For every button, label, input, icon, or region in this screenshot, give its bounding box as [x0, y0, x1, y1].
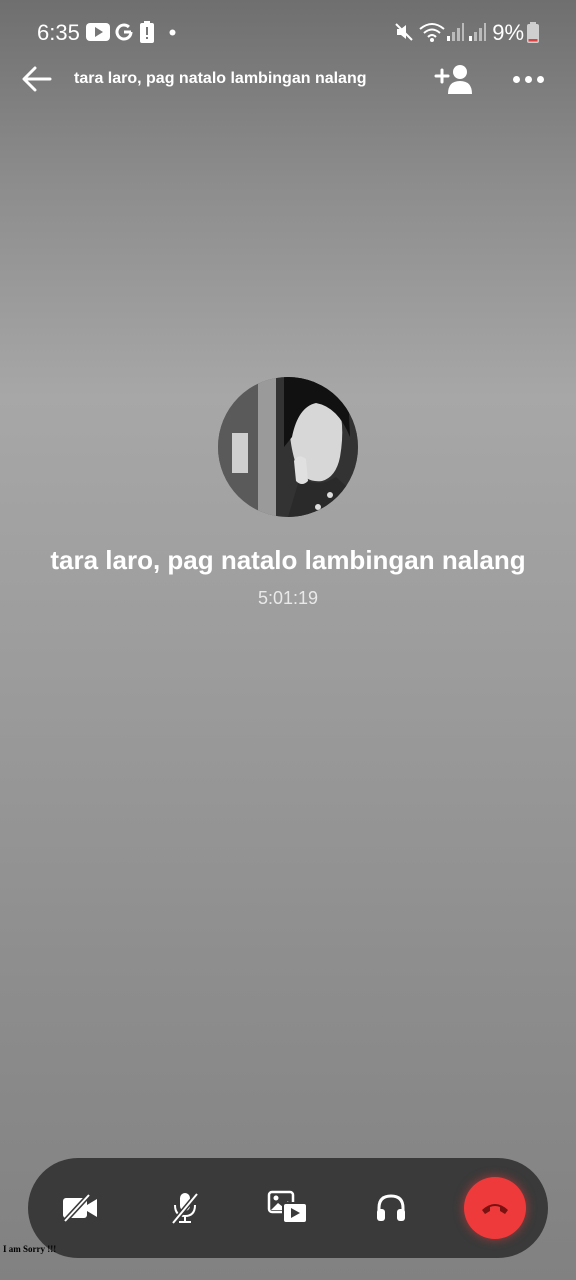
- share-media-button[interactable]: [260, 1180, 316, 1236]
- header-title: tara laro, pag natalo lambingan nalang: [74, 70, 367, 87]
- status-time: 6:35: [37, 20, 80, 45]
- youtube-icon: [86, 23, 110, 41]
- call-controls: [28, 1158, 548, 1258]
- mic-off-icon: [171, 1192, 199, 1225]
- audio-output-button[interactable]: [363, 1180, 419, 1236]
- call-timer: 5:01:19: [257, 588, 319, 608]
- dot-icon: [169, 29, 176, 36]
- call-header: tara laro, pag natalo lambingan nalang: [0, 56, 576, 102]
- share-screen-icon: [267, 1190, 308, 1224]
- end-call-icon: [482, 1204, 508, 1214]
- wifi-icon: [419, 23, 445, 42]
- more-options-button[interactable]: [508, 62, 548, 96]
- end-call-button[interactable]: [464, 1177, 526, 1239]
- mute-icon: [395, 23, 413, 41]
- signal-icon: [447, 23, 464, 41]
- headphones-icon: [377, 1194, 405, 1221]
- add-person-button[interactable]: [432, 60, 476, 98]
- signal-icon: [469, 23, 486, 41]
- add-person-icon: [434, 65, 472, 94]
- caller-name: tara laro, pag natalo lambingan nalang: [50, 545, 526, 575]
- toggle-mic-button[interactable]: [157, 1180, 213, 1236]
- google-icon: [115, 23, 133, 41]
- battery-icon: [527, 22, 539, 43]
- status-bar: 6:35 9%: [0, 0, 576, 64]
- arrow-left-icon: [22, 66, 52, 92]
- back-button[interactable]: [20, 62, 54, 96]
- battery-percent: 9%: [492, 20, 524, 45]
- video-off-icon: [63, 1193, 97, 1223]
- watermark-text: I am Sorry !!!: [3, 1244, 57, 1254]
- battery-alert-icon: [140, 21, 154, 43]
- avatar-photo: [218, 377, 358, 517]
- toggle-video-button[interactable]: [52, 1180, 108, 1236]
- more-horizontal-icon: [512, 75, 520, 83]
- caller-avatar: [218, 377, 358, 517]
